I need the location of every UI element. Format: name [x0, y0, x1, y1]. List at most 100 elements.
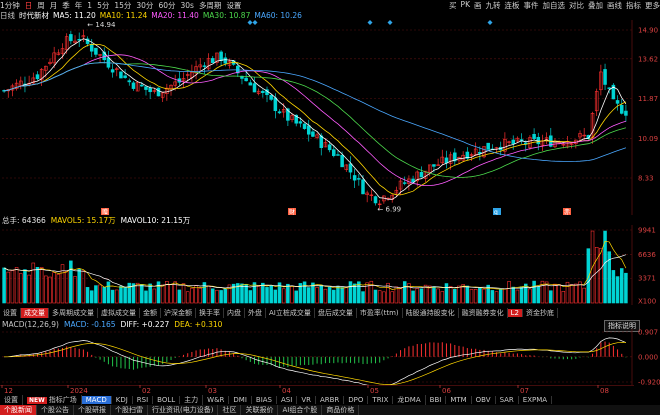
indicator-tab-1[interactable]: NEW 指标广场	[23, 395, 82, 405]
volume-tab-14[interactable]: 资金抄底	[523, 307, 558, 318]
indicator-tab-17[interactable]: MTM	[446, 396, 472, 404]
candle-body	[223, 57, 228, 64]
price-chart[interactable]: 14.9013.6211.8710.098.33← 14.94← 6.99赠财 q…	[0, 20, 660, 215]
period-13[interactable]: 设置	[226, 0, 241, 10]
indicator-tab-3[interactable]: KDJ	[112, 396, 133, 404]
period-3[interactable]: 月	[50, 0, 58, 10]
indicator-tab-12[interactable]: ARBR	[316, 396, 345, 404]
indicator-tab-13[interactable]: DPO	[344, 396, 369, 404]
toolbar-action-6[interactable]: 加自选	[543, 0, 566, 10]
period-9[interactable]: 30分	[136, 0, 153, 10]
volume-bar	[569, 284, 574, 304]
volume-tab-11[interactable]: 市盈率(ttm)	[357, 307, 403, 318]
volume-tab-3[interactable]: 虚拟成交量	[98, 307, 140, 318]
indicator-tab-7[interactable]: W&R	[203, 396, 230, 404]
toolbar-action-4[interactable]: 连板	[505, 0, 520, 10]
indicator-tab-6[interactable]: 主力	[180, 395, 204, 405]
volume-bar	[402, 281, 407, 304]
period-8[interactable]: 15分	[114, 0, 131, 10]
period-10[interactable]: 60分	[158, 0, 175, 10]
vol-tick-1: 6636	[638, 251, 656, 259]
info-tab-1[interactable]: 个股公告	[37, 405, 74, 415]
volume-tab-9[interactable]: AI立桩成交量	[266, 307, 315, 318]
info-tab-6[interactable]: 关联报价	[241, 405, 279, 415]
toolbar-action-8[interactable]: 叠加	[588, 0, 603, 10]
volume-bar	[223, 288, 228, 304]
period-6[interactable]: 1	[87, 1, 92, 10]
volume-tab-2[interactable]: 多周期成交量	[49, 307, 98, 318]
toolbar-action-3[interactable]: 九转	[486, 0, 501, 10]
volume-tab-13[interactable]: 融资融券变化	[459, 307, 508, 318]
period-0[interactable]: 1分钟	[0, 0, 20, 10]
volume-tab-7[interactable]: 内盘	[224, 307, 245, 318]
indicator-tab-14[interactable]: TRIX	[368, 396, 394, 404]
period-11[interactable]: 30s	[180, 1, 193, 10]
macd-value-0: MACD(12,26,9)	[2, 319, 59, 329]
volume-tab-8[interactable]: 外盘	[245, 307, 266, 318]
indicator-tab-5[interactable]: BOLL	[153, 396, 181, 404]
volume-chart[interactable]: 9941 6636 3371 X100	[0, 225, 660, 305]
candle-body	[348, 163, 353, 173]
macd-chart[interactable]: 0.9070.000-0.920	[0, 329, 660, 385]
indicator-tab-15[interactable]: 龙DMA	[393, 395, 426, 405]
period-5[interactable]: 年	[75, 0, 83, 10]
volume-bar	[169, 284, 173, 304]
volume-tab-1[interactable]: 成交量	[21, 307, 49, 318]
volume-bar	[624, 272, 628, 304]
candle-body	[261, 90, 265, 94]
indicator-tab-4[interactable]: RSI	[133, 396, 154, 404]
volume-bar	[181, 283, 186, 304]
candle-body	[140, 84, 144, 87]
indicator-tab-18[interactable]: OBV	[472, 396, 496, 404]
candle-body	[336, 154, 340, 156]
volume-tab-12[interactable]: 陆股通持股变化	[403, 307, 459, 318]
volume-tab-10[interactable]: 盘后成交量	[315, 307, 357, 318]
toolbar-action-5[interactable]: 事件	[524, 0, 539, 10]
toolbar-action-7[interactable]: 对比	[569, 0, 584, 10]
volume-bar	[206, 285, 211, 304]
indicator-tab-2[interactable]: MACD	[81, 396, 112, 404]
candle-body	[319, 135, 324, 148]
candle-body	[94, 47, 98, 55]
indicator-tab-20[interactable]: EXPMA	[519, 396, 553, 404]
period-1[interactable]: 日	[25, 0, 33, 10]
volume-bar	[503, 288, 507, 304]
toolbar-action-0[interactable]: 买	[449, 0, 457, 10]
volume-bar	[115, 289, 119, 304]
toolbar-action-1[interactable]: PK	[461, 0, 470, 10]
toolbar-action-11[interactable]: 更多	[645, 0, 660, 10]
toolbar-right: 买 PK 画九转 连板 事件 加自选 对比 叠加 画线 指标 更多	[445, 0, 660, 10]
indicator-tab-0[interactable]: 设置	[0, 395, 23, 405]
volume-tab-6[interactable]: 换手率	[196, 307, 224, 318]
indicator-tab-8[interactable]: DMI	[229, 396, 252, 404]
period-2[interactable]: 周	[37, 0, 45, 10]
info-tab-2[interactable]: 个股研报	[74, 405, 111, 415]
volume-value-0: 总手: 64366	[2, 215, 46, 225]
period-12[interactable]: 多周期	[199, 0, 222, 10]
info-tab-0[interactable]: 个股新闻	[0, 405, 37, 415]
toolbar-action-2[interactable]: 画	[474, 0, 482, 10]
period-4[interactable]: 季	[62, 0, 70, 10]
info-tab-5[interactable]: 社区	[218, 405, 242, 415]
toolbar-action-9[interactable]: 画线	[607, 0, 622, 10]
info-tab-8[interactable]: 商品价格	[322, 405, 360, 415]
volume-tab-5[interactable]: 沪深金额	[161, 307, 196, 318]
volume-bar	[553, 283, 557, 304]
volume-bar	[6, 271, 11, 304]
info-tab-3[interactable]: 个股扫雷	[111, 405, 148, 415]
indicator-tab-16[interactable]: BBI	[426, 396, 447, 404]
event-diamond-0	[247, 20, 253, 25]
period-7[interactable]: 5分	[97, 0, 109, 10]
indicator-tab-11[interactable]: VR	[297, 396, 316, 404]
indicator-tab-10[interactable]: ASI	[277, 396, 298, 404]
volume-tab-4[interactable]: 金额	[140, 307, 161, 318]
volume-tab-0[interactable]: 设置	[0, 307, 21, 318]
chart-type-label: 日线	[0, 10, 15, 20]
indicator-tab-19[interactable]: SAR	[496, 396, 519, 404]
volume-bar	[498, 289, 503, 304]
info-tab-7[interactable]: AI组合个股	[278, 405, 323, 415]
toolbar-action-10[interactable]: 指标	[626, 0, 641, 10]
info-tab-4[interactable]: 行业资讯(电力设备)	[148, 405, 219, 415]
indicator-tab-9[interactable]: BIAS	[252, 396, 278, 404]
candle-body	[402, 182, 407, 184]
